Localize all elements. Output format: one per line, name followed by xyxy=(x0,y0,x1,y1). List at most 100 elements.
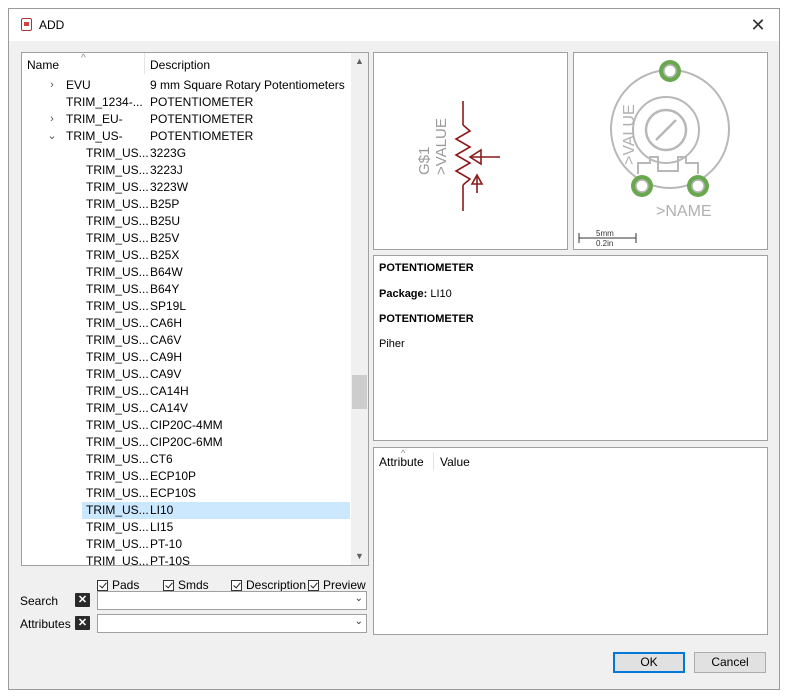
tree-item-description: ECP10P xyxy=(150,469,197,483)
tree-item[interactable]: TRIM_US... B64Y xyxy=(22,281,352,298)
column-header-description[interactable]: Description xyxy=(150,58,210,72)
tree-item[interactable]: TRIM_US... CA6H xyxy=(22,315,352,332)
tree-item[interactable]: TRIM_US... 3223G xyxy=(22,145,352,162)
tree-item-description: B64Y xyxy=(150,282,180,296)
tree-item[interactable]: TRIM_US... CA6V xyxy=(22,332,352,349)
tree-item[interactable]: TRIM_US... 3223W xyxy=(22,179,352,196)
scale-in-text: 0.2in xyxy=(596,239,613,248)
tree-item-description: CT6 xyxy=(150,452,173,466)
tree-item-description: B25V xyxy=(150,231,180,245)
tree-item[interactable]: TRIM_US... B64W xyxy=(22,264,352,281)
tree-item-description: LI10 xyxy=(150,503,174,517)
column-header-name[interactable]: Name xyxy=(27,58,59,72)
chevron-down-icon[interactable]: ⌄ xyxy=(355,616,363,627)
description-label: Description xyxy=(246,578,307,592)
chevron-down-icon[interactable]: ⌄ xyxy=(355,593,363,604)
tree-item-description: B25X xyxy=(150,248,180,262)
tree-item[interactable]: TRIM_US... 3223J xyxy=(22,162,352,179)
tree-item-name: TRIM_US... xyxy=(86,384,149,398)
smds-label: Smds xyxy=(178,578,209,592)
chevron-right-icon[interactable]: › xyxy=(46,77,58,94)
tree-item-description: PT-10S xyxy=(150,554,191,566)
package-value: LI10 xyxy=(430,288,452,300)
library-tree[interactable]: ^ Name Description › EVU 9 mm Square Rotar… xyxy=(21,52,369,566)
tree-item[interactable]: TRIM_US... PT-10S xyxy=(22,553,352,566)
pads-label: Pads xyxy=(112,578,140,592)
scroll-down-icon[interactable]: ▼ xyxy=(351,548,368,565)
tree-item-name: TRIM_US... xyxy=(86,316,149,330)
attribute-table[interactable]: ^ Attribute Value xyxy=(373,447,768,635)
window-title: ADD xyxy=(39,18,65,32)
tree-item-name: TRIM_1234-... xyxy=(66,95,143,109)
close-button[interactable]: ✕ xyxy=(747,14,769,36)
attributes-input[interactable]: ⌄ xyxy=(97,614,367,633)
clear-attributes-icon[interactable]: ✕ xyxy=(75,616,90,630)
tree-item[interactable]: TRIM_US... B25V xyxy=(22,230,352,247)
tree-item[interactable]: TRIM_US... CA14V xyxy=(22,400,352,417)
tree-item-description: CA9H xyxy=(150,350,183,364)
tree-node[interactable]: › EVU 9 mm Square Rotary Potentiometers xyxy=(22,77,352,94)
search-input[interactable]: ⌄ xyxy=(97,591,367,610)
tree-item[interactable]: TRIM_US... CA9V xyxy=(22,366,352,383)
tree-item[interactable]: TRIM_US... B25X xyxy=(22,247,352,264)
tree-item-name: TRIM_US... xyxy=(86,520,149,534)
tree-item-description: CA6V xyxy=(150,333,182,347)
tree-node[interactable]: ⌄ TRIM_US- POTENTIOMETER xyxy=(22,128,352,145)
package-name-text: >NAME xyxy=(656,203,712,220)
tree-item-description: POTENTIOMETER xyxy=(150,112,254,126)
tree-item-name: TRIM_US... xyxy=(86,503,149,517)
tree-scrollbar[interactable]: ▲ ▼ xyxy=(351,53,368,565)
package-value-text: >VALUE xyxy=(621,104,638,165)
tree-item[interactable]: TRIM_US... ECP10S xyxy=(22,485,352,502)
search-label: Search xyxy=(20,594,59,608)
tree-item-description: CA9V xyxy=(150,367,182,381)
tree-item-name: TRIM_US... xyxy=(86,282,149,296)
tree-item[interactable]: TRIM_US... B25P xyxy=(22,196,352,213)
tree-item-name: TRIM_US... xyxy=(86,469,149,483)
tree-item-description: LI15 xyxy=(150,520,174,534)
scrollbar-thumb[interactable] xyxy=(352,375,367,409)
tree-item[interactable]: TRIM_US... CA14H xyxy=(22,383,352,400)
tree-item[interactable]: TRIM_US... PT-10 xyxy=(22,536,352,553)
tree-item-description: 3223J xyxy=(150,163,183,177)
tree-item[interactable]: TRIM_US... CIP20C-6MM xyxy=(22,434,352,451)
tree-item-description: B25U xyxy=(150,214,181,228)
package-preview: >VALUE >NAME 5mm 0.2in xyxy=(573,52,768,250)
chevron-down-icon[interactable]: ⌄ xyxy=(46,128,58,145)
tree-item-name: TRIM_US... xyxy=(86,418,149,432)
tree-item-name: TRIM_US... xyxy=(86,146,149,160)
cancel-button[interactable]: Cancel xyxy=(694,652,766,673)
tree-item-name: TRIM_US- xyxy=(66,129,123,143)
tree-node[interactable]: TRIM_1234-... POTENTIOMETER xyxy=(22,94,352,111)
tree-item-description: 3223G xyxy=(150,146,187,160)
tree-item-description: CA6H xyxy=(150,316,183,330)
clear-search-icon[interactable]: ✕ xyxy=(75,593,90,607)
tree-item-description: CIP20C-4MM xyxy=(150,418,223,432)
ok-button[interactable]: OK xyxy=(613,652,685,673)
tree-item-description: 3223W xyxy=(150,180,189,194)
tree-item-name: TRIM_EU- xyxy=(66,112,123,126)
device-description: Piher xyxy=(379,338,405,350)
tree-item[interactable]: TRIM_US... SP19L xyxy=(22,298,352,315)
tree-item[interactable]: TRIM_US... LI10 xyxy=(22,502,352,519)
tree-item-description: CA14V xyxy=(150,401,189,415)
tree-item[interactable]: TRIM_US... B25U xyxy=(22,213,352,230)
package-footprint-icon: >VALUE >NAME 5mm 0.2in xyxy=(578,60,730,248)
tree-item[interactable]: TRIM_US... CIP20C-4MM xyxy=(22,417,352,434)
symbol-name-text: G$1 xyxy=(416,147,433,175)
potentiometer-symbol-icon: G$1 >VALUE xyxy=(416,101,500,211)
tree-item[interactable]: TRIM_US... CT6 xyxy=(22,451,352,468)
tree-item[interactable]: TRIM_US... LI15 xyxy=(22,519,352,536)
scroll-up-icon[interactable]: ▲ xyxy=(351,53,368,70)
tree-node[interactable]: › TRIM_EU- POTENTIOMETER xyxy=(22,111,352,128)
tree-item-name: TRIM_US... xyxy=(86,248,149,262)
tree-item-description: 9 mm Square Rotary Potentiometers xyxy=(150,78,345,92)
tree-item[interactable]: TRIM_US... CA9H xyxy=(22,349,352,366)
chevron-right-icon[interactable]: › xyxy=(46,111,58,128)
tree-item[interactable]: TRIM_US... ECP10P xyxy=(22,468,352,485)
column-header-attribute[interactable]: Attribute xyxy=(379,455,424,469)
checkbox-checked-icon xyxy=(97,580,108,591)
tree-item-name: TRIM_US... xyxy=(86,401,149,415)
column-header-value[interactable]: Value xyxy=(440,455,470,469)
tree-item-name: TRIM_US... xyxy=(86,486,149,500)
